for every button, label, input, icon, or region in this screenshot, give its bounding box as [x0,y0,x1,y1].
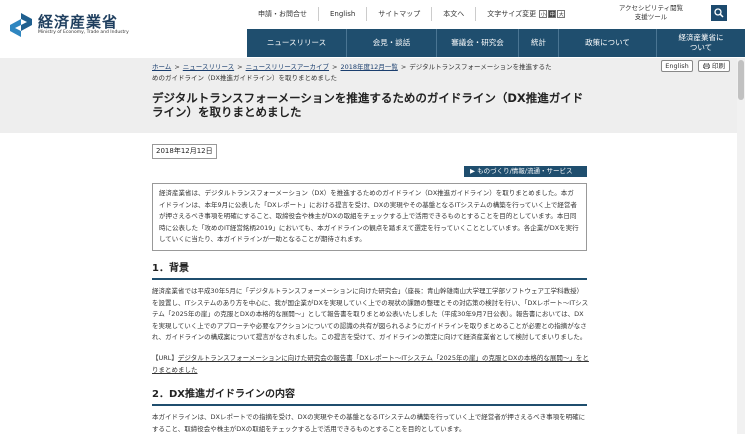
font-size-control: 文字サイズ変更 小中大 [476,7,576,21]
section-body-background: 経済産業省では平成30年5月に「デジタルトランスフォーメーションに向けた研究会」… [152,287,589,341]
accessibility-tool-link[interactable]: アクセシビリティ閲覧支援ツール [617,4,685,22]
logo-name-jp: 経済産業省 [38,13,119,31]
url-label: 【URL】 [152,354,178,362]
contact-link[interactable]: 申請・お問合せ [247,7,319,21]
summary-box: 経済産業省は、デジタルトランスフォーメーション（DX）を推進するためのガイドライ… [152,183,587,251]
sitemap-link[interactable]: サイトマップ [367,7,433,21]
font-size-large[interactable]: 大 [557,10,566,18]
breadcrumb-news-release[interactable]: ニュースリリース [183,63,234,71]
page-title: デジタルトランスフォーメーションを推進するためのガイドライン（DX推進ガイドライ… [152,91,584,119]
english-page-button[interactable]: English [661,60,693,72]
site-header: 経済産業省 Ministry of Economy, Trade and Ind… [0,0,745,58]
category-tag[interactable]: ▶ ものづくり/情報/流通・サービス [464,166,587,177]
printer-icon [702,62,710,70]
nav-press-conference[interactable]: 会見・談話 [347,29,437,57]
section-heading-guideline-content: 2．DX推進ガイドラインの内容 [152,389,587,406]
site-logo[interactable]: 経済産業省 Ministry of Economy, Trade and Ind… [8,12,129,38]
logo-name-en: Ministry of Economy, Trade and Industry [38,30,129,35]
search-button[interactable] [711,5,727,21]
print-label: 印刷 [712,62,726,70]
report-link[interactable]: デジタルトランスフォーメーションに向けた研究会の報告書「DXレポート～ITシステ… [152,354,589,374]
global-nav: ニュースリリース 会見・談話 審議会・研究会 統計 政策について 経済産業省につ… [247,29,745,57]
breadcrumb-month[interactable]: 2018年度12月一覧 [341,63,398,71]
print-button[interactable]: 印刷 [698,60,730,72]
nav-policy[interactable]: 政策について [559,29,657,57]
page-scrollbar[interactable] [737,58,745,434]
nav-news-release[interactable]: ニュースリリース [247,29,347,57]
nav-councils[interactable]: 審議会・研究会 [437,29,519,57]
utility-links: 申請・お問合せ English サイトマップ 本文へ 文字サイズ変更 小中大 [247,0,576,28]
meti-logo-icon [10,13,32,37]
nav-statistics[interactable]: 統計 [519,29,559,57]
section-heading-background: 1．背景 [152,263,587,280]
skip-to-content-link[interactable]: 本文へ [432,7,477,21]
reference-url: 【URL】デジタルトランスフォーメーションに向けた研究会の報告書「DXレポート～… [152,353,589,376]
search-icon [714,8,724,18]
nav-about-meti[interactable]: 経済産業省について [657,29,745,57]
font-size-label: 文字サイズ変更 [487,10,537,18]
breadcrumb-home[interactable]: ホーム [152,63,171,71]
breadcrumb: ホーム > ニュースリリース > ニュースリリースアーカイブ >2018年度12月一覧 > デ… [152,63,552,82]
font-size-small[interactable]: 小 [539,10,548,18]
font-size-medium[interactable]: 中 [548,10,557,18]
section-body-guideline-content: 本ガイドラインは、DXレポートでの指摘を受け、DXの実現やその基盤となるITシス… [152,413,586,433]
release-date: 2018年12月12日 [152,144,217,159]
english-link[interactable]: English [319,7,368,21]
breadcrumb-archive[interactable]: ニュースリリースアーカイブ [246,63,329,71]
scrollbar-thumb[interactable] [738,60,744,100]
